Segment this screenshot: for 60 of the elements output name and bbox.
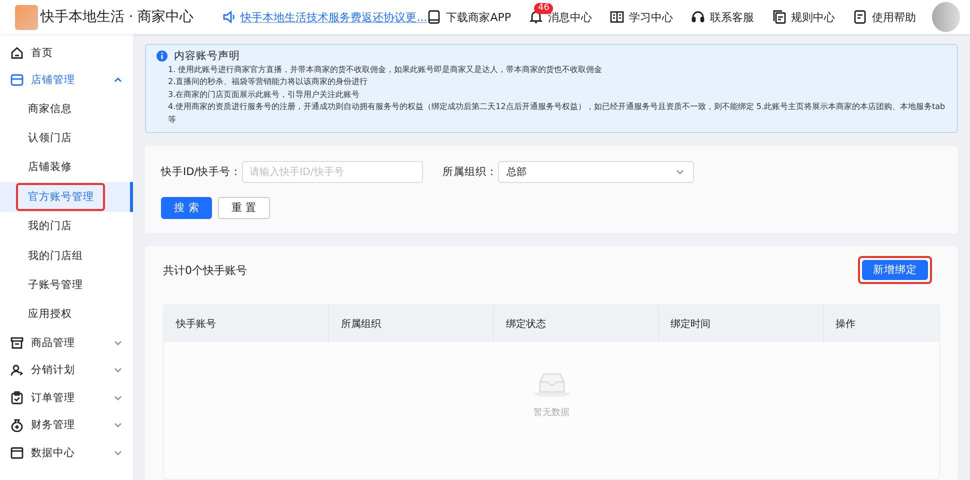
nav-link[interactable]: 使用帮助 xyxy=(853,10,916,24)
info-icon xyxy=(156,50,168,62)
notice-text: 2.直播间的秒杀、福袋等营销能力将以该商家的身份进行 xyxy=(167,76,369,88)
avatar-placeholder[interactable] xyxy=(932,2,960,32)
notice-text: 1. 使用此账号进行商家官方直播，并带本商家的货不收取佣金，如果此账号即是商家又是达人，带本商家的货也不收取佣金 xyxy=(167,64,604,76)
search-button[interactable]: 搜 索 xyxy=(161,197,212,219)
column-header: 操作 xyxy=(834,318,857,332)
documents-icon xyxy=(772,10,786,24)
person-icon xyxy=(10,363,24,378)
reset-button[interactable]: 重 置 xyxy=(218,197,270,219)
book-icon xyxy=(610,10,624,24)
submenu-item[interactable]: 我的门店组 xyxy=(16,242,94,270)
field-label: 所属组织： xyxy=(442,165,498,179)
menu-item[interactable]: 数据中心 xyxy=(0,439,133,467)
menu-item[interactable]: 首页 xyxy=(0,39,133,66)
logo-placeholder xyxy=(15,4,38,30)
box-icon xyxy=(10,336,24,350)
nav-link[interactable]: 联系客服 xyxy=(691,10,754,24)
headset-icon xyxy=(691,10,705,24)
column-header: 快手账号 xyxy=(164,305,329,342)
submenu-item[interactable]: 店铺装修 xyxy=(16,153,83,182)
menu-item[interactable]: 财务管理 xyxy=(0,412,133,440)
column-header: 绑定状态 xyxy=(494,305,659,342)
notice-text: 4.使用商家的资质进行服务号的注册，开通成功则自动拥有服务号的权益（绑定成功后第二天12点后开通服务号权益），如已经开通服务号且资质不一致，则不能绑定 5.此账号主页将展示本商家的本店团购、本地服务tab等 xyxy=(167,101,946,126)
menu-item[interactable]: 订单管理 xyxy=(0,384,133,412)
storefront-icon xyxy=(10,73,24,88)
submenu-item[interactable]: 官方账号管理 xyxy=(16,182,105,211)
submenu-item[interactable]: 子账号管理 xyxy=(16,271,94,300)
empty-message: 暂无数据 xyxy=(534,406,570,419)
nav-link[interactable]: 下载商家APP xyxy=(427,10,511,24)
submenu-item[interactable]: 我的门店 xyxy=(16,212,83,240)
add-binding-button[interactable]: 新增绑定 xyxy=(862,260,928,280)
money-bag-icon xyxy=(10,418,24,432)
menu-item[interactable]: 商品管理 xyxy=(0,329,133,357)
result-count: 共计0个快手账号 xyxy=(163,262,247,278)
submenu-item[interactable]: 商家信息 xyxy=(16,94,83,123)
column-header: 所属组织 xyxy=(328,305,494,342)
bell-icon xyxy=(529,10,543,24)
text-input[interactable]: 请输入快手ID/快手号 xyxy=(242,161,423,183)
document-icon xyxy=(853,10,867,24)
menu-item[interactable]: 店铺管理 xyxy=(0,66,133,94)
field-label: 快手ID/快手号： xyxy=(161,165,242,179)
notification-badge: 46 xyxy=(534,2,554,14)
announcement-link[interactable]: 快手本地生活技术服务费返还协议更... xyxy=(240,10,428,24)
tablet-icon xyxy=(427,10,442,24)
clipboard-icon xyxy=(10,390,24,405)
site-title: 快手本地生活 · 商家中心 xyxy=(40,8,194,26)
menu-item[interactable]: 分销计划 xyxy=(0,356,133,384)
chevron-icon xyxy=(674,167,685,177)
submenu-item[interactable]: 认领门店 xyxy=(16,124,83,152)
nav-link[interactable]: 规则中心 xyxy=(772,10,835,24)
submenu-item[interactable]: 应用授权 xyxy=(16,300,83,328)
notice-title: 内容账号声明 xyxy=(174,50,240,62)
speaker-icon xyxy=(222,10,236,24)
notice-text: 3.在商家的门店页面展示此账号，引导用户关注此账号 xyxy=(167,88,361,100)
dropdown-select[interactable]: 总部 xyxy=(498,161,694,183)
nav-link[interactable]: 学习中心 xyxy=(610,10,673,24)
panel-icon xyxy=(10,446,24,460)
house-icon xyxy=(10,46,24,60)
column-header: 绑定时间 xyxy=(658,305,824,342)
